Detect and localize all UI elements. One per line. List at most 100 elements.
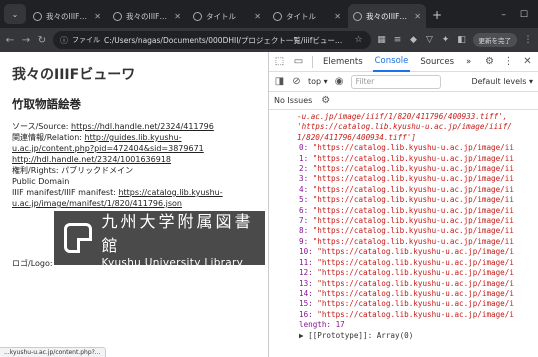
console-output: -u.ac.jp/image/iiif/1/820/411796/400933.…	[269, 110, 538, 341]
maximize-icon[interactable]: ☐	[520, 10, 528, 20]
console-array-entry: 9: "https://catalog.lib.kyushu-u.ac.jp/i…	[299, 237, 538, 247]
public-domain-row: Public Domain	[12, 177, 70, 186]
console-array-entry: 4: "https://catalog.lib.kyushu-u.ac.jp/i…	[299, 185, 538, 195]
tab-title: 我々のIIIFビューワの	[126, 11, 170, 21]
close-icon[interactable]: ✕	[334, 12, 341, 21]
entry-value: "https://catalog.lib.kyushu-u.ac.jp/imag…	[312, 143, 514, 153]
entry-index: 14:	[299, 288, 313, 298]
entry-value: "https://catalog.lib.kyushu-u.ac.jp/imag…	[317, 299, 514, 309]
close-icon[interactable]: ✕	[94, 12, 101, 21]
puzzle-icon[interactable]: ✦	[441, 35, 451, 45]
browser-tab-1[interactable]: 我々のIIIFビューワの ✕	[28, 4, 106, 28]
sidebar-toggle-icon[interactable]: ◨	[274, 76, 285, 87]
status-bar-url: ...kyushu-u.ac.jp/content.php?...	[0, 347, 106, 357]
entry-index: 0:	[299, 143, 309, 153]
entry-index: 13:	[299, 278, 313, 288]
back-icon[interactable]: ←	[5, 35, 15, 46]
entry-index: 15:	[299, 299, 313, 309]
panel-icon[interactable]: ◧	[457, 35, 467, 45]
browser-toolbar: ← → ↻ ⓘ ファイル C:/Users/nagas/Documents/00…	[0, 28, 538, 52]
console-array-entry: 8: "https://catalog.lib.kyushu-u.ac.jp/i…	[299, 226, 538, 236]
minimize-icon[interactable]: –	[501, 10, 506, 20]
tab-console[interactable]: Console	[372, 52, 411, 72]
log-levels-select[interactable]: Default levels ▾	[471, 77, 533, 86]
shield-icon[interactable]: ◆	[409, 35, 419, 45]
browser-tab-2[interactable]: 我々のIIIFビューワの ✕	[108, 4, 186, 28]
close-icon[interactable]: ✕	[414, 12, 421, 21]
forward-icon[interactable]: →	[21, 35, 31, 46]
prototype-line[interactable]: ▶ [[Prototype]]: Array(0)	[299, 331, 538, 341]
tab-title: 我々のIIIFビューワの	[46, 11, 90, 21]
source-label: ソース/Source:	[12, 122, 72, 131]
update-button[interactable]: 更新を完了	[472, 33, 517, 47]
entry-index: 3:	[299, 174, 309, 184]
entry-index: 16:	[299, 309, 313, 319]
tab-title: 我々のIIIFビューワ	[366, 11, 410, 21]
console-array-entry: 14: "https://catalog.lib.kyushu-u.ac.jp/…	[299, 289, 538, 299]
inspect-icon[interactable]: ⬚	[274, 56, 285, 67]
device-toggle-icon[interactable]: ▭	[293, 56, 304, 67]
devtools-tab-bar: ⬚ ▭ Elements Console Sources » ⚙ ⋮ ✕	[269, 52, 538, 72]
relation-row-2: http://hdl.handle.net/2324/1001636918	[12, 154, 256, 165]
entry-value: "https://catalog.lib.kyushu-u.ac.jp/imag…	[317, 288, 514, 298]
browser-tab-3[interactable]: タイトル ✕	[188, 4, 266, 28]
library-logo-mark-icon	[64, 223, 92, 253]
entry-index: 5:	[299, 195, 309, 205]
entry-value: "https://catalog.lib.kyushu-u.ac.jp/imag…	[312, 236, 514, 246]
address-bar[interactable]: ⓘ ファイル C:/Users/nagas/Documents/000DHII/…	[53, 31, 371, 49]
gear-icon[interactable]: ⚙	[484, 56, 495, 67]
entry-index: 9:	[299, 236, 309, 246]
reload-icon[interactable]: ↻	[37, 35, 47, 46]
filter-icon[interactable]: ▽	[425, 35, 435, 45]
source-link[interactable]: https://hdl.handle.net/2324/411796	[71, 122, 214, 131]
logo-label: ロゴ/Logo:	[12, 259, 53, 268]
filter-input[interactable]: Filter	[350, 74, 441, 89]
browser-tab-4[interactable]: タイトル ✕	[268, 4, 346, 28]
gear-icon[interactable]: ⚙	[320, 95, 331, 106]
console-array-entry: 15: "https://catalog.lib.kyushu-u.ac.jp/…	[299, 299, 538, 309]
tab-sources[interactable]: Sources	[418, 53, 456, 71]
console-tail-line: 1/820/411796/400934.tiff']	[297, 132, 416, 142]
entry-value: "https://catalog.lib.kyushu-u.ac.jp/imag…	[317, 247, 514, 257]
info-icon[interactable]: ⓘ	[60, 35, 68, 46]
entry-value: "https://catalog.lib.kyushu-u.ac.jp/imag…	[317, 278, 514, 288]
extension-icon[interactable]: ▦	[377, 35, 387, 45]
manifest-row: IIIF manifest/IIIF manifest: https://cat…	[12, 187, 256, 209]
eye-icon[interactable]: ◉	[334, 76, 345, 87]
logo-text: 九州大学附属図書館 Kyushu University Library	[102, 208, 255, 269]
entry-value: "https://catalog.lib.kyushu-u.ac.jp/imag…	[312, 174, 514, 184]
close-icon[interactable]: ✕	[522, 56, 533, 67]
web-page: 我々のIIIFビューワ 竹取物語絵巻 ソース/Source: https://h…	[0, 52, 268, 357]
entry-index: 10:	[299, 247, 313, 257]
context-select[interactable]: top ▾	[308, 77, 328, 86]
close-icon[interactable]: ✕	[254, 12, 261, 21]
entry-value: "https://catalog.lib.kyushu-u.ac.jp/imag…	[312, 184, 514, 194]
browser-tab-5[interactable]: 我々のIIIFビューワ ✕	[348, 4, 426, 28]
entry-index: 2:	[299, 164, 309, 174]
tab-strip: ⌄ 我々のIIIFビューワの ✕ 我々のIIIFビューワの ✕ タイトル ✕ タ…	[0, 0, 538, 28]
console-array-entry: 16: "https://catalog.lib.kyushu-u.ac.jp/…	[299, 310, 538, 320]
close-icon[interactable]: ✕	[174, 12, 181, 21]
tab-title: タイトル	[286, 11, 316, 21]
entry-value: "https://catalog.lib.kyushu-u.ac.jp/imag…	[312, 205, 514, 215]
tab-search-icon[interactable]: ⌄	[4, 4, 26, 24]
manifest-label: IIIF manifest/IIIF manifest:	[12, 188, 119, 197]
devtools-panel: ⬚ ▭ Elements Console Sources » ⚙ ⋮ ✕ ◨ ⊘…	[268, 52, 538, 357]
star-icon[interactable]: ☆	[354, 35, 364, 45]
more-tabs-button[interactable]: »	[464, 53, 473, 71]
rights-row: 権利/Rights: パブリックドメイン	[12, 166, 134, 175]
more-icon[interactable]: ⋮	[503, 56, 514, 67]
url-text[interactable]: C:/Users/nagas/Documents/000DHII/プロジェクト一…	[104, 35, 350, 46]
more-icon[interactable]: ⋮	[523, 35, 533, 45]
relation-link-2[interactable]: http://hdl.handle.net/2324/1001636918	[12, 155, 171, 164]
entry-index: 4:	[299, 184, 309, 194]
globe-icon	[33, 11, 42, 21]
clear-console-icon[interactable]: ⊘	[291, 76, 302, 87]
reading-list-icon[interactable]: ≡	[393, 35, 403, 45]
issues-bar: No Issues ⚙	[269, 92, 538, 110]
tab-elements[interactable]: Elements	[321, 53, 365, 71]
issues-text: No Issues	[274, 96, 313, 105]
console-array-entry: 3: "https://catalog.lib.kyushu-u.ac.jp/i…	[299, 174, 538, 184]
new-tab-button[interactable]: +	[428, 8, 446, 22]
logo-row: ロゴ/Logo: 九州大学附属図書館 Kyushu University Lib…	[12, 208, 265, 273]
